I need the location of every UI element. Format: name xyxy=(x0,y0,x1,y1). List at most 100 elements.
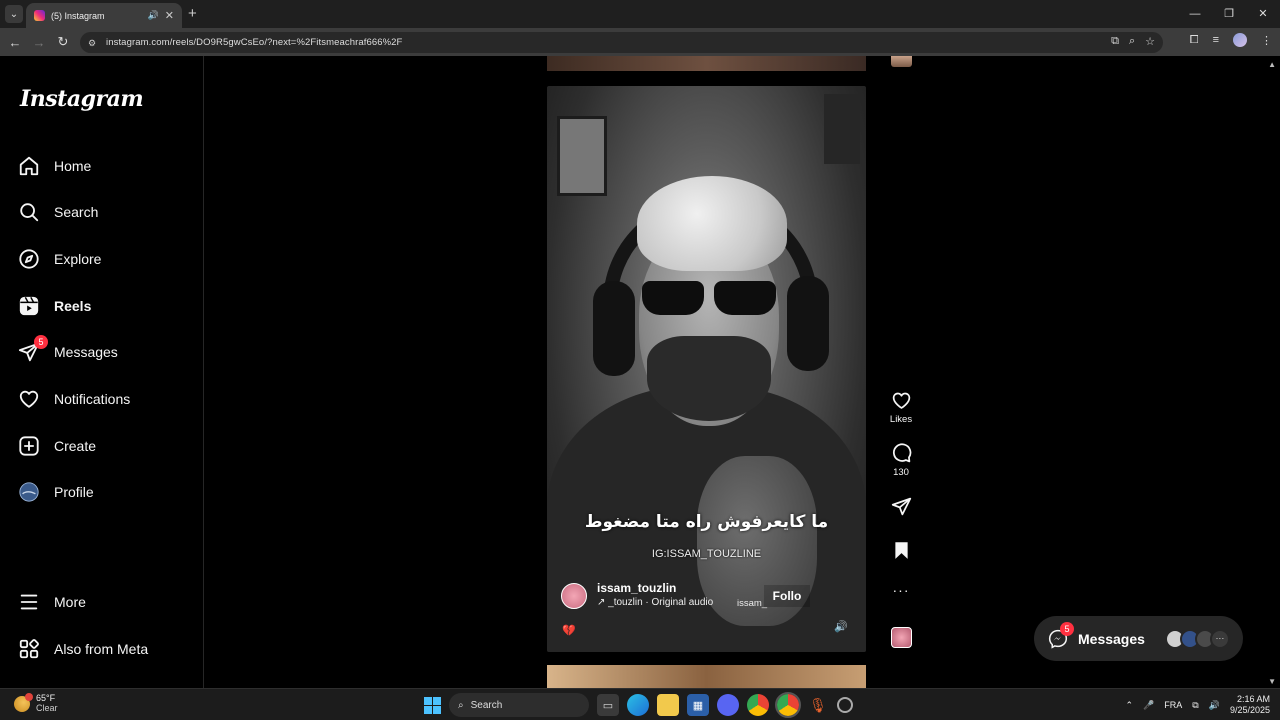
sidebar-item-search[interactable]: Search xyxy=(18,196,98,228)
back-arrow-icon[interactable]: ← xyxy=(3,35,27,50)
messages-pill-badge: 5 xyxy=(1060,621,1074,636)
file-explorer-icon[interactable] xyxy=(657,694,679,716)
minimize-button[interactable]: — xyxy=(1178,0,1212,28)
tray-overflow-icon[interactable]: ⌃ xyxy=(1126,700,1134,711)
microsoft-store-icon[interactable]: ▦ xyxy=(687,694,709,716)
audio-attribution[interactable]: ↗ _touzlin · Original audio xyxy=(597,597,713,608)
tab-close-icon[interactable]: ✕ xyxy=(165,9,174,22)
weather-widget[interactable]: 65°F Clear xyxy=(14,692,58,714)
sidebar-item-more[interactable]: More xyxy=(18,586,86,618)
instagram-logo[interactable]: Instagram xyxy=(20,86,144,112)
reel-video[interactable]: ما كايعرفوش راه متا مضغوط IG:ISSAM_TOUZL… xyxy=(547,86,866,652)
microphone-app-icon[interactable]: 🎙 xyxy=(807,694,829,716)
bookmark-star-icon[interactable]: ☆ xyxy=(1145,35,1155,48)
next-reel-preview[interactable] xyxy=(547,665,866,688)
background-frame xyxy=(557,116,607,196)
task-view-icon[interactable]: ▭ xyxy=(597,694,619,716)
scrollbar-down-arrow-icon[interactable]: ▼ xyxy=(1268,677,1276,686)
volume-icon[interactable]: 🔊 xyxy=(1209,700,1220,711)
sidebar-item-label: Home xyxy=(54,158,92,174)
browser-tab-bar: ⌄ (5) Instagram 🔊 ✕ + — ❐ ✕ xyxy=(0,0,1280,28)
site-info-icon[interactable]: ⚙ xyxy=(88,38,100,48)
system-clock[interactable]: 2:16 AM 9/25/2025 xyxy=(1230,694,1270,716)
discord-icon[interactable] xyxy=(717,694,739,716)
video-earcup xyxy=(787,276,829,371)
weather-moon-icon xyxy=(14,692,33,712)
background-frame xyxy=(824,94,860,164)
sidebar-item-home[interactable]: Home xyxy=(18,150,91,182)
extensions-icon[interactable]: ⧠ xyxy=(1190,34,1199,47)
sidebar-item-also-from-meta[interactable]: Also from Meta xyxy=(18,633,148,665)
sidebar-item-explore[interactable]: Explore xyxy=(18,243,101,275)
sidebar-item-notifications[interactable]: Notifications xyxy=(18,383,130,415)
sidebar-item-label: More xyxy=(54,594,86,610)
sidebar-item-reels[interactable]: Reels xyxy=(18,290,91,322)
close-window-button[interactable]: ✕ xyxy=(1246,0,1280,28)
heart-icon xyxy=(18,388,40,410)
audio-toggle-icon[interactable]: 🔊 xyxy=(834,620,848,633)
likes-label: Likes xyxy=(889,414,913,425)
home-icon xyxy=(18,155,40,177)
share-icon xyxy=(891,497,911,516)
sidebar-item-create[interactable]: Create xyxy=(18,430,96,462)
compass-icon xyxy=(18,248,40,270)
url-text[interactable]: instagram.com/reels/DO9R5gwCsEo/?next=%2… xyxy=(106,37,402,48)
previous-reel-preview[interactable] xyxy=(547,56,866,71)
chrome-icon[interactable] xyxy=(747,694,769,716)
sidebar-item-messages[interactable]: 5 Messages xyxy=(18,335,118,368)
address-bar[interactable]: ⚙ instagram.com/reels/DO9R5gwCsEo/?next=… xyxy=(80,32,1163,53)
scrollbar-up-arrow-icon[interactable]: ▲ xyxy=(1268,60,1276,69)
weather-temperature: 65°F xyxy=(36,693,56,703)
settings-app-icon[interactable] xyxy=(837,697,853,713)
previous-reel-audio-thumb[interactable] xyxy=(891,56,912,67)
forward-arrow-icon[interactable]: → xyxy=(27,35,51,50)
liked-heart-icon: 💔 xyxy=(562,625,576,637)
taskbar-search-label: Search xyxy=(470,699,503,711)
comment-button[interactable]: 130 xyxy=(880,443,922,478)
audio-attribution-overflow[interactable]: issam_ xyxy=(737,598,767,609)
browser-profile-avatar[interactable] xyxy=(1233,33,1247,47)
instagram-favicon-icon xyxy=(34,10,45,21)
chrome-active-icon[interactable] xyxy=(775,692,801,718)
tab-search-button[interactable]: ⌄ xyxy=(5,5,23,23)
reel-options-button[interactable]: ··· xyxy=(880,582,922,598)
taskbar-search[interactable]: ⌕ Search xyxy=(449,693,589,717)
sidebar-item-profile[interactable]: Profile xyxy=(18,476,94,508)
follow-button[interactable]: Follo xyxy=(764,585,810,607)
comment-icon xyxy=(892,443,911,463)
audio-thumbnail[interactable] xyxy=(891,627,912,648)
clock-time: 2:16 AM xyxy=(1236,694,1270,704)
reading-list-icon[interactable]: ≡ xyxy=(1213,34,1219,46)
microphone-tray-icon[interactable]: 🎤 xyxy=(1143,700,1154,711)
browser-right-tools: ⧠ ≡ ⋮ xyxy=(1190,33,1272,47)
more-options-icon: ··· xyxy=(892,582,910,598)
heart-icon xyxy=(892,392,910,409)
reload-icon[interactable]: ↻ xyxy=(51,34,75,50)
input-language[interactable]: FRA xyxy=(1164,700,1182,710)
network-icon[interactable]: ⧉ xyxy=(1192,700,1198,711)
share-button[interactable] xyxy=(880,496,922,517)
new-tab-button[interactable]: + xyxy=(188,5,197,22)
video-sunglasses xyxy=(639,281,779,319)
edge-browser-icon[interactable] xyxy=(627,694,649,716)
messages-pill[interactable]: 5 Messages ··· xyxy=(1034,616,1243,661)
sidebar-item-label: Explore xyxy=(54,251,102,267)
install-app-icon[interactable]: ⧉ xyxy=(1111,35,1119,48)
windows-taskbar: 65°F Clear ⌕ Search ▭ ▦ 🎙 ⌃ 🎤 FRA ⧉ 🔊 2:… xyxy=(0,688,1280,720)
reels-icon xyxy=(18,295,40,317)
tab-audio-icon[interactable]: 🔊 xyxy=(148,10,159,21)
profile-avatar xyxy=(18,481,40,503)
author-avatar[interactable] xyxy=(561,583,587,609)
zoom-icon[interactable]: ⌕ xyxy=(1129,35,1135,48)
instagram-sidebar: Instagram Home Search Explore Reels 5 Me… xyxy=(0,56,204,688)
save-button[interactable] xyxy=(880,540,922,561)
browser-menu-icon[interactable]: ⋮ xyxy=(1261,34,1272,47)
like-button[interactable]: Likes xyxy=(880,390,922,425)
windows-start-icon[interactable] xyxy=(424,696,441,714)
author-username[interactable]: issam_touzlin xyxy=(597,581,676,595)
weather-condition: Clear xyxy=(36,703,58,713)
maximize-button[interactable]: ❐ xyxy=(1212,0,1246,28)
browser-tab[interactable]: (5) Instagram 🔊 ✕ xyxy=(26,3,182,28)
video-subject-hair xyxy=(637,176,787,271)
recent-chat-avatars: ··· xyxy=(1164,628,1230,649)
